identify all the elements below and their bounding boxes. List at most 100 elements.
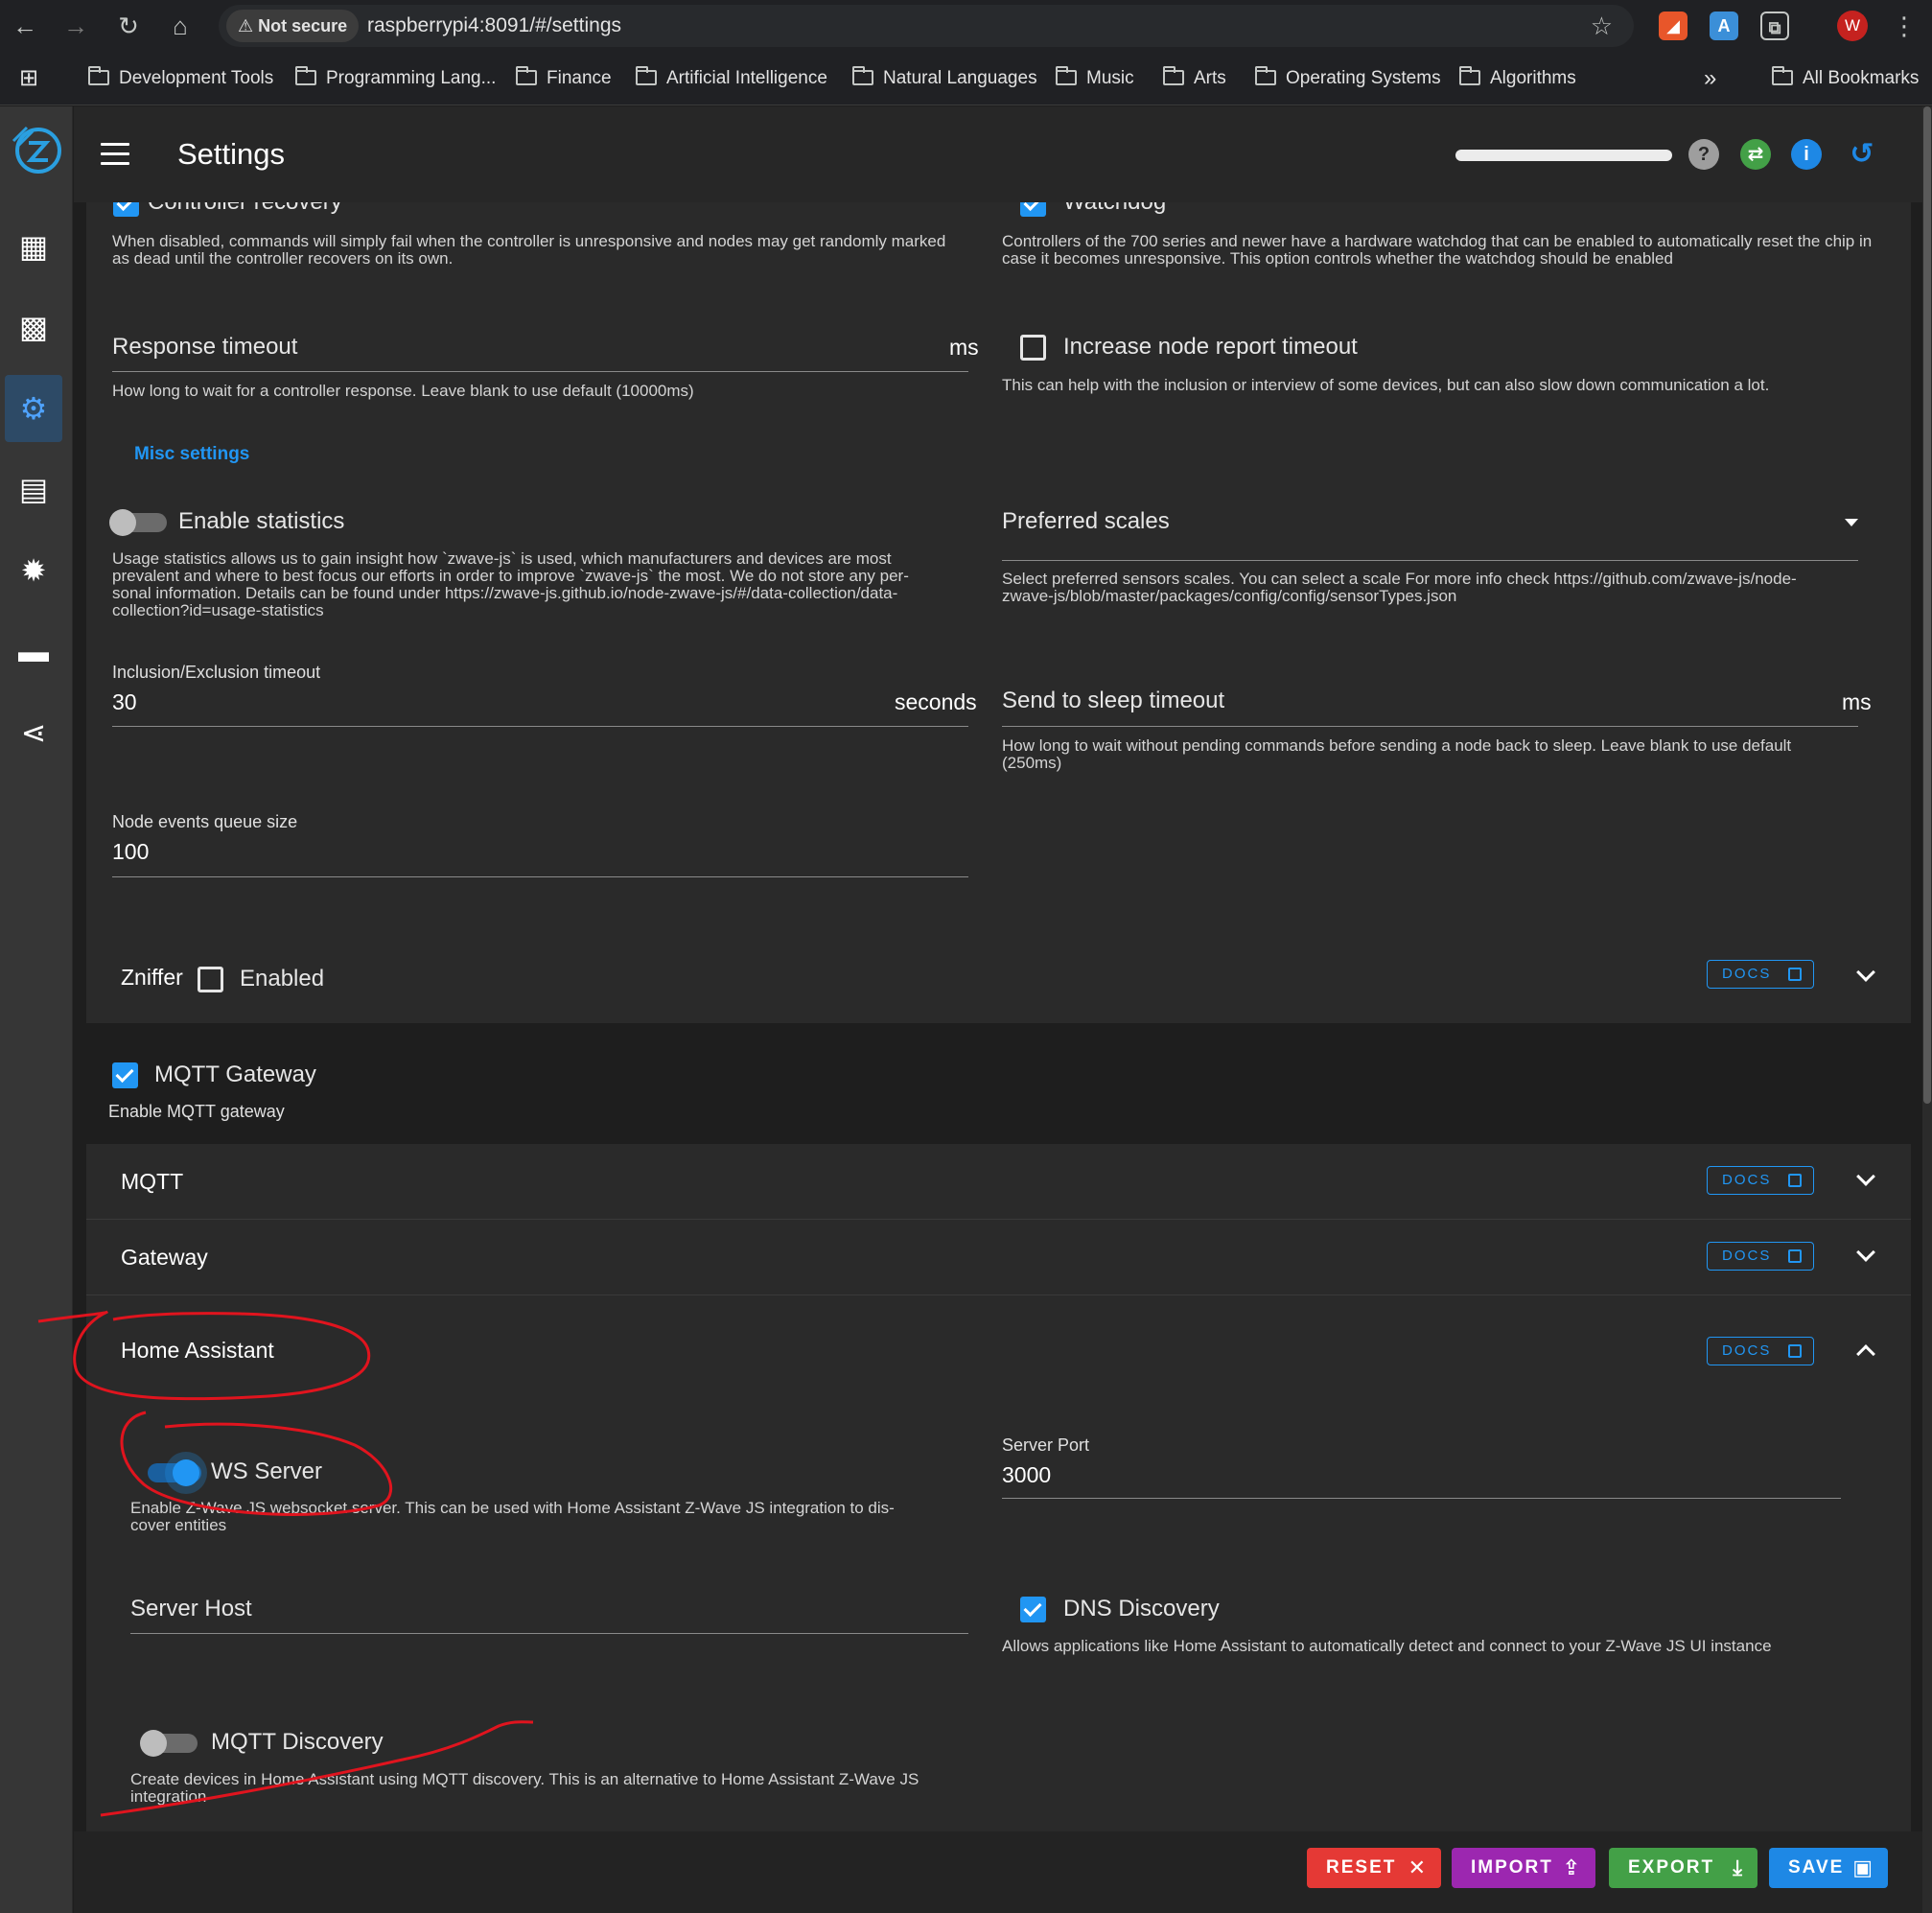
url-text[interactable]: raspberrypi4:8091/#/settings xyxy=(367,5,621,47)
server-host-input[interactable] xyxy=(130,1633,968,1634)
increase-report-timeout-checkbox[interactable] xyxy=(1020,335,1046,361)
zniffer-section[interactable]: Zniffer Enabled DOCS xyxy=(86,933,1911,1023)
mqtt-docs-button[interactable]: DOCS xyxy=(1707,1166,1814,1195)
chevron-down-icon[interactable] xyxy=(1856,963,1875,982)
open-external-icon xyxy=(1788,1344,1802,1358)
history-icon[interactable]: ↺ xyxy=(1847,139,1877,170)
increase-report-timeout-hint: This can help with the inclusion or inte… xyxy=(1002,376,1770,394)
zniffer-enabled-label: Enabled xyxy=(240,966,325,991)
controller-recovery-hint: When disabled, commands will simply fail… xyxy=(112,232,946,268)
zniffer-title: Zniffer xyxy=(121,965,183,990)
download-icon: ⤓ xyxy=(1733,1855,1744,1879)
network-graph-icon[interactable]: ⋖ xyxy=(5,699,62,766)
help-icon[interactable]: ? xyxy=(1688,139,1719,170)
security-indicator[interactable]: ⚠ Not secure xyxy=(226,10,360,42)
zwave-logo-icon xyxy=(12,126,61,174)
bookmark-music[interactable]: Music xyxy=(1056,52,1134,105)
settings-icon[interactable]: ⚙ xyxy=(5,375,62,442)
home-assistant-docs-button[interactable]: DOCS xyxy=(1707,1337,1814,1365)
mqtt-title: MQTT xyxy=(121,1169,184,1194)
save-button[interactable]: SAVE ▣ xyxy=(1769,1848,1888,1888)
extensions-puzzle-icon[interactable]: ⧉ xyxy=(1760,12,1789,40)
profile-avatar[interactable]: W xyxy=(1837,11,1868,41)
mqtt-discovery-knob[interactable] xyxy=(140,1730,167,1757)
menu-hamburger-icon[interactable] xyxy=(101,143,129,166)
watchdog-hint: Controllers of the 700 series and newer … xyxy=(1002,232,1873,268)
gateway-title: Gateway xyxy=(121,1245,208,1270)
node-queue-input[interactable]: 100 xyxy=(112,839,149,865)
sync-icon[interactable]: ⇄ xyxy=(1740,139,1771,170)
preferred-scales-hint-2: zwave-js/blob/master/packages/config/con… xyxy=(1002,587,1457,605)
bookmark-algorithms[interactable]: Algorithms xyxy=(1459,52,1576,105)
chevron-down-icon[interactable] xyxy=(1856,1243,1875,1262)
dropdown-arrow-icon[interactable] xyxy=(1845,519,1858,526)
store-icon[interactable]: ▬ xyxy=(5,618,62,685)
all-bookmarks[interactable]: All Bookmarks xyxy=(1772,52,1919,105)
extension-icon-2[interactable]: A xyxy=(1710,12,1738,40)
bookmark-artificial-intelligence[interactable]: Artificial Intelligence xyxy=(636,52,827,105)
chevron-up-icon[interactable] xyxy=(1856,1344,1875,1364)
scrollbar-thumb[interactable] xyxy=(1923,106,1931,1104)
enable-statistics-knob[interactable] xyxy=(109,509,136,536)
home-icon[interactable]: ⌂ xyxy=(163,9,198,43)
export-button[interactable]: EXPORT ⤓ xyxy=(1609,1848,1757,1888)
address-bar[interactable]: ⚠ Not secure raspberrypi4:8091/#/setting… xyxy=(219,5,1634,47)
forward-icon[interactable]: → xyxy=(58,9,93,43)
qr-code-icon[interactable]: ▩ xyxy=(5,293,62,361)
node-queue-label: Node events queue size xyxy=(112,812,298,831)
import-button[interactable]: IMPORT ⇪ xyxy=(1452,1848,1595,1888)
preferred-scales-hint-1: Select preferred sensors scales. You can… xyxy=(1002,570,1797,588)
enable-statistics-hint-2: prevalent and where to best focus our ef… xyxy=(112,567,909,585)
bookmark-operating-systems[interactable]: Operating Systems xyxy=(1255,52,1441,105)
zniffer-enabled-checkbox[interactable] xyxy=(198,967,223,992)
bookmarks-bar: ⊞ Development Tools Programming Lang... … xyxy=(0,52,1932,105)
home-assistant-title[interactable]: Home Assistant xyxy=(121,1338,274,1364)
server-port-input[interactable]: 3000 xyxy=(1002,1462,1051,1488)
chevron-down-icon[interactable] xyxy=(1856,1167,1875,1186)
mqtt-discovery-hint-2: integration xyxy=(130,1787,207,1806)
enable-statistics-hint-4: collection?id=usage-statistics xyxy=(112,601,324,619)
ws-server-hint-1: Enable Z-Wave JS websocket server. This … xyxy=(130,1499,895,1517)
app-sidebar: ▦ ▩ ⚙ ▤ ✹ ▬ ⋖ xyxy=(0,106,73,1913)
ws-server-hint-2: cover entities xyxy=(130,1516,227,1534)
bookmark-arts[interactable]: Arts xyxy=(1163,52,1226,105)
folder-icon xyxy=(1772,66,1793,85)
send-sleep-hint-1: How long to wait without pending command… xyxy=(1002,736,1792,755)
settings-content: Controller recovery When disabled, comma… xyxy=(74,202,1922,1913)
send-sleep-hint-2: (250ms) xyxy=(1002,754,1062,772)
send-sleep-timeout-input[interactable] xyxy=(1002,726,1858,727)
mqtt-gateway-checkbox[interactable] xyxy=(112,1062,138,1088)
reload-icon[interactable]: ↻ xyxy=(111,9,146,43)
gateway-section[interactable]: Gateway DOCS xyxy=(86,1220,1911,1295)
scenes-icon[interactable]: ▤ xyxy=(5,455,62,523)
watchdog-label: Watchdog xyxy=(1063,202,1166,216)
debug-icon[interactable]: ✹ xyxy=(5,537,62,604)
ws-server-knob[interactable] xyxy=(173,1459,199,1486)
dns-discovery-checkbox[interactable] xyxy=(1020,1597,1046,1622)
bookmark-programming-languages[interactable]: Programming Lang... xyxy=(295,52,496,105)
send-sleep-timeout-suffix: ms xyxy=(1842,689,1872,714)
controller-recovery-checkbox[interactable] xyxy=(113,202,139,217)
mqtt-discovery-hint-1: Create devices in Home Assistant using M… xyxy=(130,1770,919,1788)
dashboard-icon[interactable]: ▦ xyxy=(5,213,62,280)
reset-button[interactable]: RESET ✕ xyxy=(1307,1848,1441,1888)
bookmark-development-tools[interactable]: Development Tools xyxy=(88,52,273,105)
preferred-scales-select[interactable] xyxy=(1002,560,1858,561)
apps-grid-icon[interactable]: ⊞ xyxy=(19,52,38,105)
gateway-docs-button[interactable]: DOCS xyxy=(1707,1242,1814,1271)
bookmark-star-icon[interactable]: ☆ xyxy=(1591,5,1613,47)
bookmark-finance[interactable]: Finance xyxy=(516,52,612,105)
menu-kebab-icon[interactable]: ⋮ xyxy=(1887,9,1921,43)
inclusion-timeout-input[interactable]: 30 xyxy=(112,689,137,715)
info-icon[interactable]: i xyxy=(1791,139,1822,170)
bookmarks-overflow-icon[interactable]: » xyxy=(1704,52,1716,105)
mqtt-section[interactable]: MQTT DOCS xyxy=(86,1144,1911,1219)
bookmark-natural-languages[interactable]: Natural Languages xyxy=(852,52,1037,105)
extension-icon-1[interactable]: ◢ xyxy=(1659,12,1688,40)
page-scrollbar[interactable] xyxy=(1922,106,1932,1913)
watchdog-checkbox[interactable] xyxy=(1020,202,1046,217)
back-icon[interactable]: ← xyxy=(8,9,42,43)
open-external-icon xyxy=(1788,1174,1802,1187)
response-timeout-input[interactable] xyxy=(112,371,968,372)
zniffer-docs-button[interactable]: DOCS xyxy=(1707,960,1814,989)
